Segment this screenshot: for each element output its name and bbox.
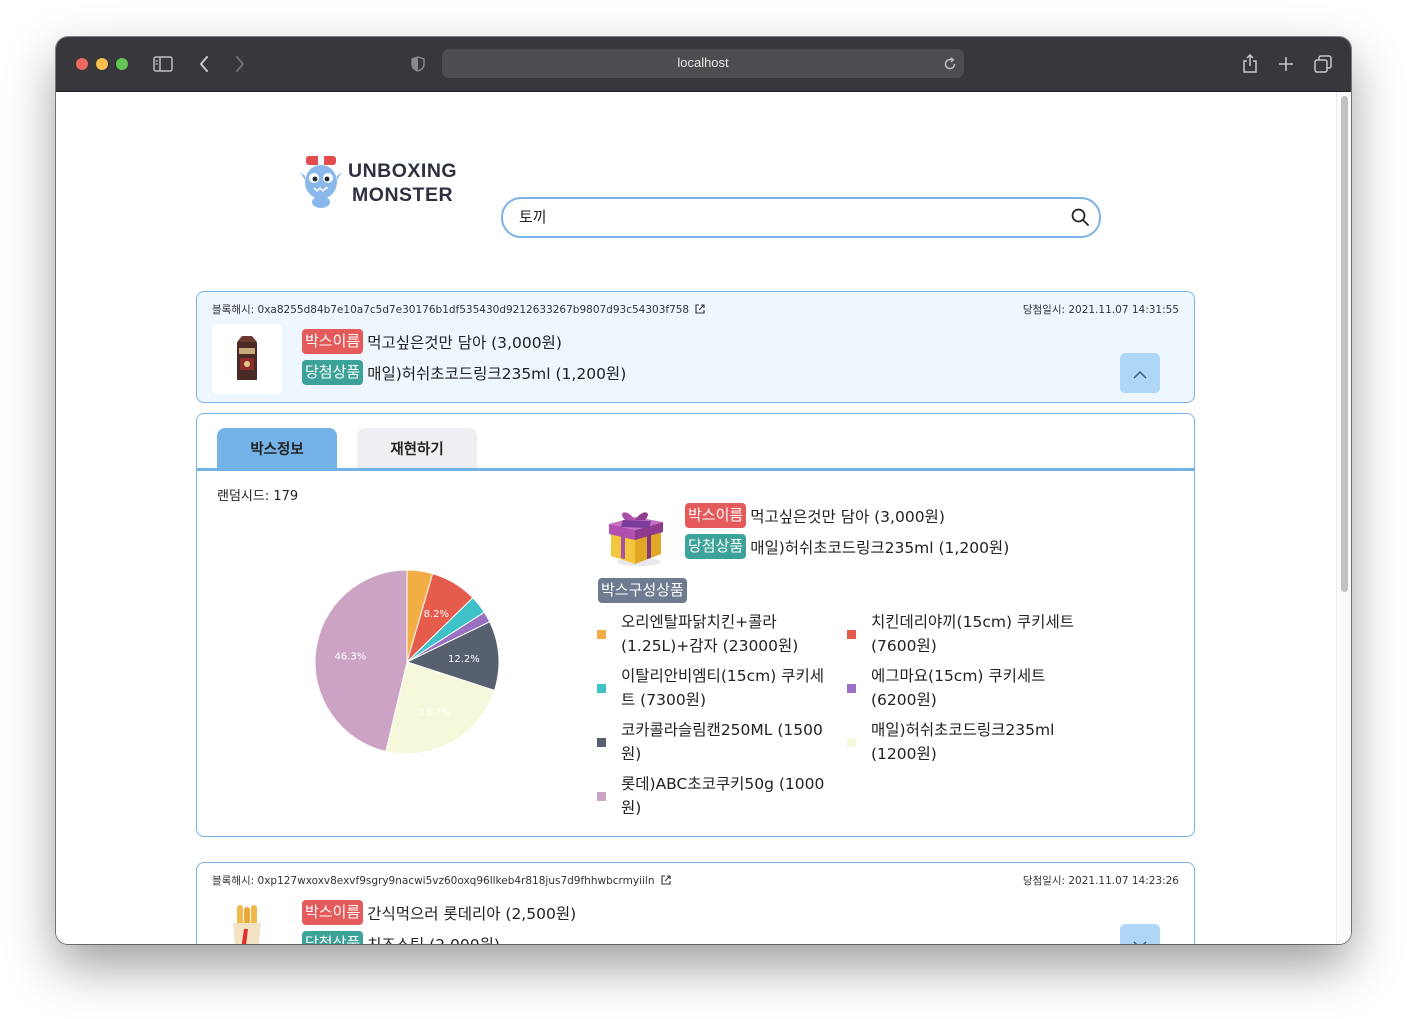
legend-label: 오리엔탈파닭치킨+콜라(1.25L)+감자 (23000원) xyxy=(621,613,799,655)
prize-row: 당첨상품 매일)허쉬초코드링크235ml (1,200원) xyxy=(302,360,626,385)
back-icon[interactable] xyxy=(195,53,213,75)
search-input[interactable] xyxy=(519,207,1039,225)
legend-label: 코카콜라슬림캔250ML (1500원) xyxy=(621,721,823,763)
legend-label: 매일)허쉬초코드링크235ml (1200원) xyxy=(871,721,1055,763)
expand-button[interactable] xyxy=(1120,924,1160,944)
external-link-icon[interactable] xyxy=(661,875,671,888)
block-hash: 블록해시: 0xa8255d84b7e10a7c5d7e30176b1df535… xyxy=(212,304,690,316)
browser-toolbar: localhost xyxy=(56,37,1351,92)
box-name: 먹고싶은것만 담아 (3,000원) xyxy=(367,333,562,352)
tab-box-info[interactable]: 박스정보 xyxy=(217,428,337,468)
block-hash-row: 블록해시: 0xa8255d84b7e10a7c5d7e30176b1df535… xyxy=(212,302,706,317)
scrollbar-thumb[interactable] xyxy=(1341,96,1348,592)
tab-underline xyxy=(197,468,1194,471)
composition-tag: 박스구성상품 xyxy=(598,578,687,603)
privacy-shield-icon[interactable] xyxy=(409,53,427,75)
legend-swatch xyxy=(847,683,856,693)
legend-label: 이탈리안비엠티(15cm) 쿠키세트 (7300원) xyxy=(621,667,824,709)
box-name-row: 박스이름 먹고싶은것만 담아 (3,000원) xyxy=(302,329,562,354)
random-seed: 랜덤시드: 179 xyxy=(217,489,299,504)
pie-slice-label: 12.2% xyxy=(448,654,480,665)
result-card[interactable]: 블록해시: 0xp127wxoxv8exvf9sgry9nacwi5vz60ox… xyxy=(196,862,1195,944)
win-date: 당첨일시: 2021.11.07 14:23:26 xyxy=(1022,875,1179,887)
detail-box-name-row: 박스이름 먹고싶은것만 담아 (3,000원) xyxy=(685,503,945,528)
legend-swatch xyxy=(597,737,606,747)
result-card[interactable]: 블록해시: 0xa8255d84b7e10a7c5d7e30176b1df535… xyxy=(196,291,1195,403)
zoom-window-button[interactable] xyxy=(116,58,128,70)
box-composition-pie-chart: 8.2% 12.2% 23.7% 46.3% xyxy=(314,569,500,755)
logo-line-2: MONSTER xyxy=(352,184,454,206)
box-detail-panel: 박스정보 재현하기 랜덤시드: 179 8.2% 12.2% 23.7% 46.3% xyxy=(196,413,1195,837)
legend-label: 치킨데리야끼(15cm) 쿠키세트 (7600원) xyxy=(871,613,1074,655)
prize-row: 당첨상품 치즈스틱 (2,000원) xyxy=(302,931,500,944)
external-link-icon[interactable] xyxy=(695,304,706,317)
tab-reproduce[interactable]: 재현하기 xyxy=(357,428,477,468)
composition-heading: 박스구성상품 xyxy=(598,578,691,603)
prize-tag: 당첨상품 xyxy=(302,360,364,385)
unboxing-monster-logo[interactable]: UNBOXING MONSTER xyxy=(300,154,470,210)
legend-swatch xyxy=(597,791,606,801)
gift-box-icon xyxy=(609,512,663,566)
detail-prize-tag: 당첨상품 xyxy=(685,534,747,559)
product-thumbnail xyxy=(212,895,282,944)
box-name: 간식먹으러 롯데리아 (2,500원) xyxy=(367,904,577,923)
legend-label: 롯데)ABC초코쿠키50g (1000원) xyxy=(621,775,825,817)
detail-box-name: 먹고싶은것만 담아 (3,000원) xyxy=(750,507,945,526)
share-icon[interactable] xyxy=(1240,53,1260,75)
legend-item: 에그마요(15cm) 쿠키세트 (6200원) xyxy=(847,664,1092,712)
detail-prize-row: 당첨상품 매일)허쉬초코드링크235ml (1,200원) xyxy=(685,534,1009,559)
logo-line-1: UNBOXING xyxy=(348,160,458,182)
monster-mascot-icon xyxy=(300,154,342,208)
minimize-window-button[interactable] xyxy=(96,58,108,70)
legend-swatch xyxy=(597,629,606,639)
address-bar[interactable]: localhost xyxy=(442,49,964,78)
legend-item: 코카콜라슬림캔250ML (1500원) xyxy=(597,718,842,766)
cheese-stick-icon xyxy=(233,905,261,944)
legend-item: 오리엔탈파닭치킨+콜라(1.25L)+감자 (23000원) xyxy=(597,610,842,658)
composition-legend: 오리엔탈파닭치킨+콜라(1.25L)+감자 (23000원) 치킨데리야끼(15… xyxy=(597,610,1117,830)
legend-item: 치킨데리야끼(15cm) 쿠키세트 (7600원) xyxy=(847,610,1092,658)
forward-icon[interactable] xyxy=(231,53,249,75)
page-content: UNBOXING MONSTER 블록해시: 0xa8255d84b7e10a7… xyxy=(56,92,1351,944)
prize-name: 매일)허쉬초코드링크235ml (1,200원) xyxy=(367,364,627,383)
legend-swatch xyxy=(847,629,856,639)
prize-name: 치즈스틱 (2,000원) xyxy=(367,933,500,945)
legend-item: 매일)허쉬초코드링크235ml (1200원) xyxy=(847,718,1092,766)
search-icon[interactable] xyxy=(1071,208,1089,230)
pie-slice-label: 8.2% xyxy=(424,609,449,620)
tab-overview-icon[interactable] xyxy=(1313,53,1333,75)
legend-item: 이탈리안비엠티(15cm) 쿠키세트 (7300원) xyxy=(597,664,842,712)
sidebar-toggle-icon[interactable] xyxy=(152,53,174,75)
detail-prize-name: 매일)허쉬초코드링크235ml (1,200원) xyxy=(750,538,1010,557)
legend-swatch xyxy=(847,737,856,747)
pie-slice-label: 46.3% xyxy=(334,651,366,662)
box-name-row: 박스이름 간식먹으러 롯데리아 (2,500원) xyxy=(302,900,576,925)
block-hash-row: 블록해시: 0xp127wxoxv8exvf9sgry9nacwi5vz60ox… xyxy=(212,873,671,888)
search-bar[interactable] xyxy=(501,197,1101,238)
detail-box-name-tag: 박스이름 xyxy=(685,503,747,528)
chevron-up-icon xyxy=(1133,364,1147,383)
logo-text: UNBOXING MONSTER xyxy=(348,159,457,207)
box-name-tag: 박스이름 xyxy=(302,900,364,925)
pie-slice-label: 23.7% xyxy=(419,708,451,719)
chocolate-drink-icon xyxy=(237,336,257,380)
product-thumbnail xyxy=(212,324,282,394)
box-name-tag: 박스이름 xyxy=(302,329,364,354)
new-tab-icon[interactable] xyxy=(1276,53,1296,75)
win-date: 당첨일시: 2021.11.07 14:31:55 xyxy=(1022,304,1179,316)
legend-label: 에그마요(15cm) 쿠키세트 (6200원) xyxy=(871,667,1046,709)
collapse-button[interactable] xyxy=(1120,353,1160,393)
prize-tag: 당첨상품 xyxy=(302,931,364,944)
address-text: localhost xyxy=(677,55,729,70)
block-hash: 블록해시: 0xp127wxoxv8exvf9sgry9nacwi5vz60ox… xyxy=(212,875,655,887)
page-scrollbar[interactable] xyxy=(1336,92,1351,944)
chevron-down-icon xyxy=(1133,935,1147,944)
legend-item: 롯데)ABC초코쿠키50g (1000원) xyxy=(597,772,842,820)
reload-icon[interactable] xyxy=(943,56,957,75)
close-window-button[interactable] xyxy=(76,58,88,70)
browser-window: localhost UNBOXING MONSTER 토끼 블록해시: 0xa8… xyxy=(56,37,1351,944)
legend-swatch xyxy=(597,683,606,693)
